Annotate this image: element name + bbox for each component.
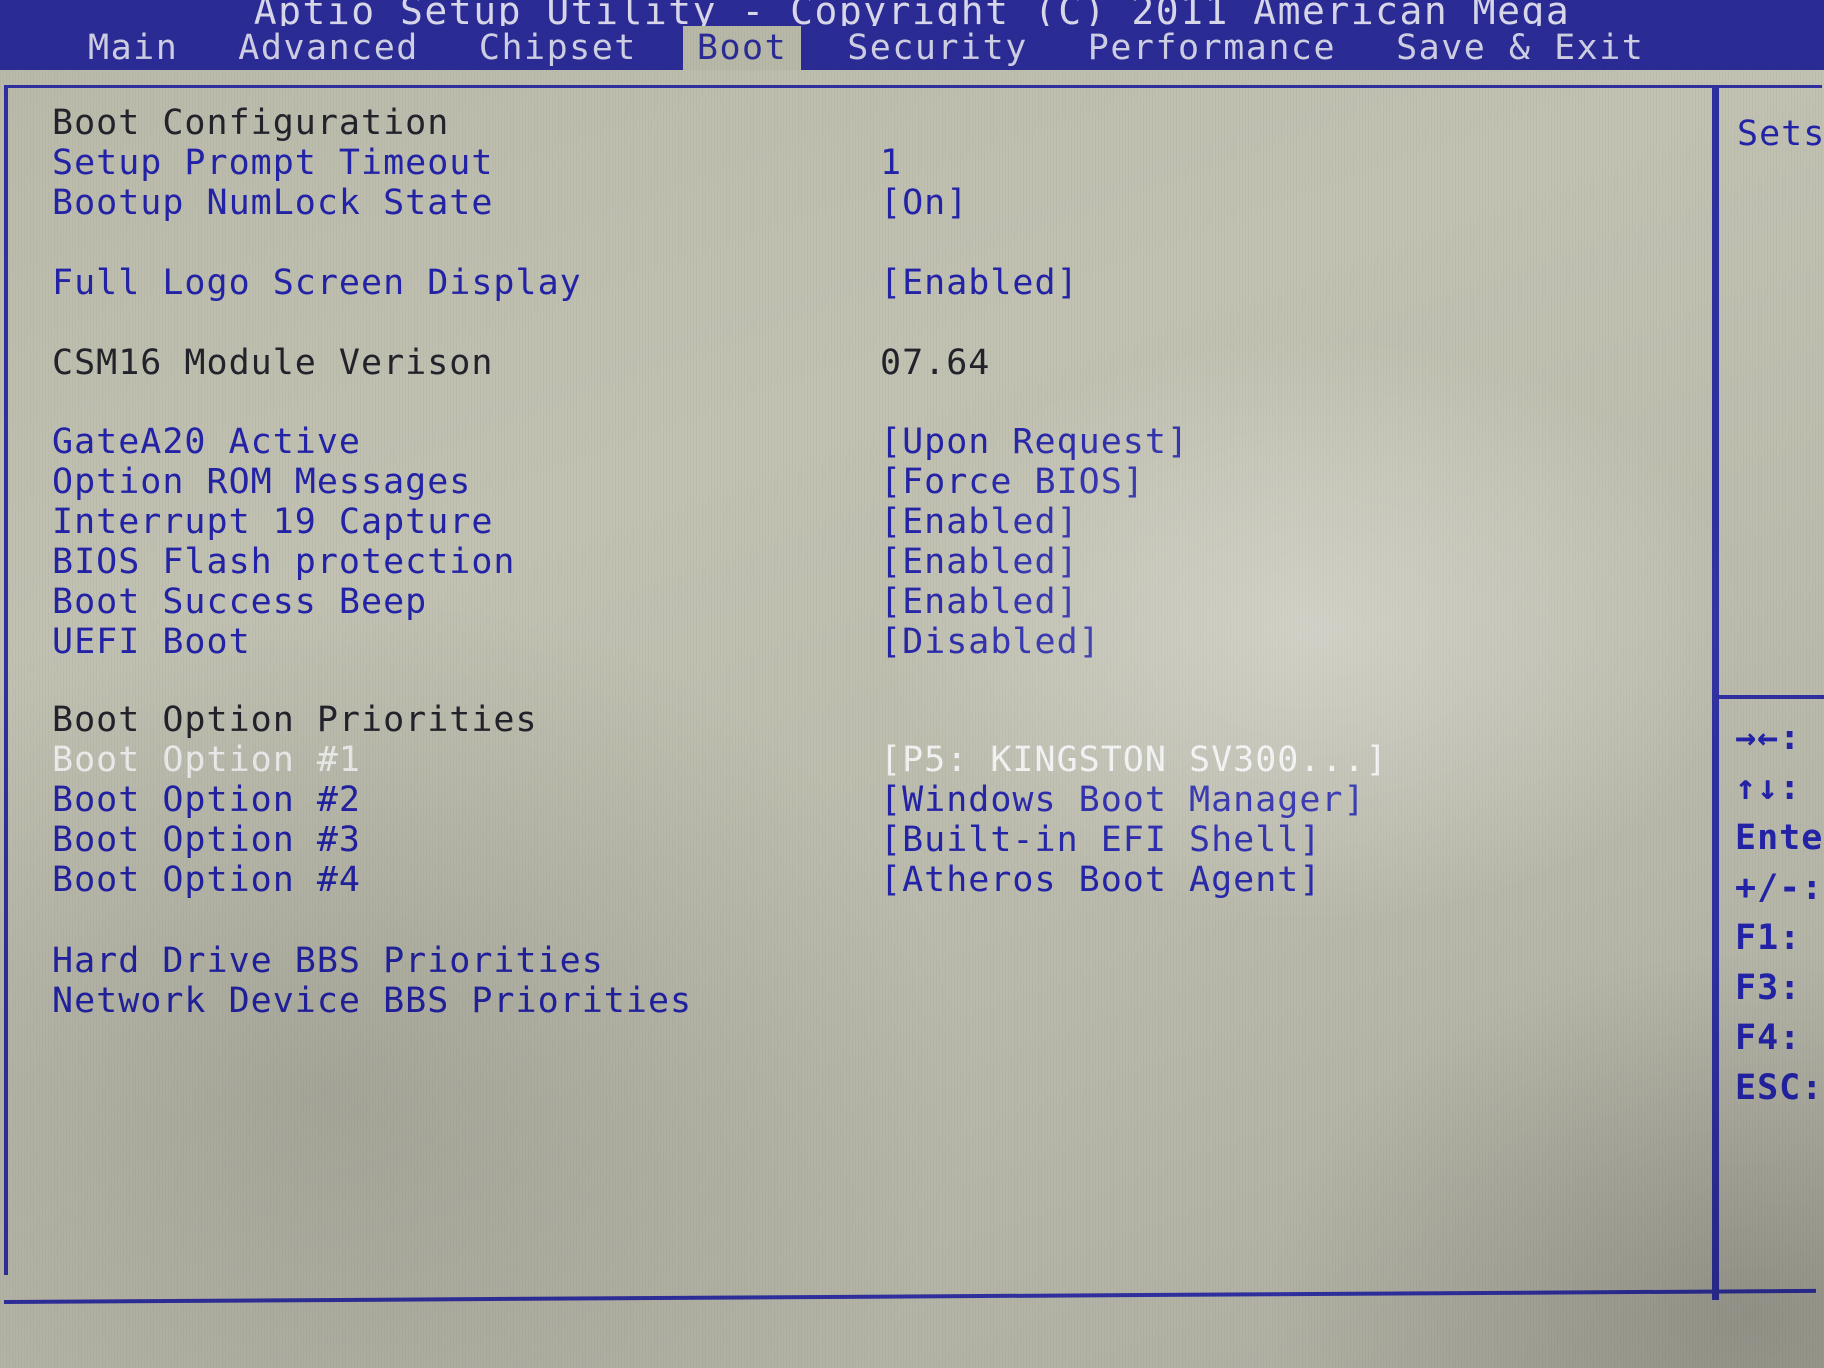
setting-row-bios-flash-protection[interactable]: BIOS Flash protection [Enabled] — [0, 542, 1712, 582]
bios-setup-screen: Aptio Setup Utility - Copyright (C) 2011… — [0, 0, 1824, 1368]
key-legend-item: +/-: — [1735, 868, 1824, 908]
setting-label: Option ROM Messages — [52, 462, 472, 502]
key-legend: →←: ↑↓: Ente +/-: F1: F3: F4: ESC: — [1735, 713, 1824, 1113]
section-header-boot-configuration: Boot Configuration — [0, 103, 1712, 143]
setting-label: Boot Success Beep — [52, 582, 428, 622]
setting-label: Boot Option #2 — [52, 780, 362, 820]
setting-value[interactable]: 07.64 — [880, 343, 990, 383]
key-legend-item: Ente — [1735, 818, 1824, 858]
setting-row-hard-drive-bbs-priorities[interactable]: Hard Drive BBS Priorities — [0, 941, 1712, 981]
setting-label: Bootup NumLock State — [52, 183, 494, 223]
setting-value[interactable]: 1 — [880, 143, 902, 183]
title-bar: Aptio Setup Utility - Copyright (C) 2011… — [0, 0, 1824, 26]
help-description: Sets — [1737, 114, 1824, 154]
section-header-boot-option-priorities: Boot Option Priorities — [0, 700, 1712, 740]
key-legend-item: →←: — [1735, 718, 1802, 758]
setting-value[interactable]: [On] — [880, 183, 968, 223]
menu-tab-save-exit[interactable]: Save & Exit — [1382, 26, 1658, 70]
key-legend-item: F3: — [1735, 968, 1802, 1008]
setting-label: Interrupt 19 Capture — [52, 502, 494, 542]
menu-tab-chipset[interactable]: Chipset — [465, 26, 651, 70]
setting-label: UEFI Boot — [52, 622, 251, 662]
setting-value[interactable]: [Force BIOS] — [880, 462, 1145, 502]
menu-tab-main[interactable]: Main — [74, 26, 192, 70]
section-header-csm16-module-verison: CSM16 Module Verison 07.64 — [0, 343, 1712, 383]
setting-value[interactable]: [Atheros Boot Agent] — [880, 860, 1321, 900]
setting-value[interactable]: [Upon Request] — [880, 422, 1189, 462]
key-legend-item: ↑↓: — [1735, 768, 1802, 808]
setting-row-boot-option-n3[interactable]: Boot Option #3 [Built-in EFI Shell] — [0, 820, 1712, 860]
setting-row-boot-option-n2[interactable]: Boot Option #2 [Windows Boot Manager] — [0, 780, 1712, 820]
menu-bar[interactable]: Main Advanced Chipset Boot Security Performan… — [0, 26, 1824, 70]
setting-row-full-logo-screen-display[interactable]: Full Logo Screen Display [Enabled] — [0, 263, 1712, 303]
setting-label: Boot Option Priorities — [52, 700, 538, 740]
setting-row-boot-option-n4[interactable]: Boot Option #4 [Atheros Boot Agent] — [0, 860, 1712, 900]
menu-tab-performance[interactable]: Performance — [1074, 26, 1350, 70]
setting-row-bootup-numlock-state[interactable]: Bootup NumLock State [On] — [0, 183, 1712, 223]
setting-row-boot-option-n1[interactable]: Boot Option #1 [P5: KINGSTON SV300...] — [0, 740, 1712, 780]
setting-row-interrupt-19-capture[interactable]: Interrupt 19 Capture [Enabled] — [0, 502, 1712, 542]
setting-value[interactable]: [Disabled] — [880, 622, 1101, 662]
setting-value[interactable]: [Enabled] — [880, 263, 1079, 303]
key-legend-item: F1: — [1735, 918, 1802, 958]
menu-tab-advanced[interactable]: Advanced — [224, 26, 433, 70]
setting-value[interactable]: [Built-in EFI Shell] — [880, 820, 1321, 860]
setting-label: Boot Option #4 — [52, 860, 362, 900]
setting-label: Boot Option #3 — [52, 820, 362, 860]
setting-row-uefi-boot[interactable]: UEFI Boot [Disabled] — [0, 622, 1712, 662]
help-divider — [1719, 695, 1824, 699]
help-pane: Sets →←: ↑↓: Ente +/-: F1: F3: F4: ESC: — [1712, 85, 1824, 1300]
setting-label: Network Device BBS Priorities — [52, 981, 693, 1021]
key-legend-item: ESC: — [1735, 1068, 1824, 1108]
setting-label: Setup Prompt Timeout — [52, 143, 494, 183]
setting-value[interactable]: [Enabled] — [880, 502, 1079, 542]
setting-label: BIOS Flash protection — [52, 542, 516, 582]
setting-label: Boot Option #1 — [52, 740, 362, 780]
setting-row-boot-success-beep[interactable]: Boot Success Beep [Enabled] — [0, 582, 1712, 622]
settings-pane: Boot Configuration Setup Prompt Timeout 1 B… — [0, 85, 1712, 1300]
setting-label: CSM16 Module Verison — [52, 343, 494, 383]
setting-row-option-rom-messages[interactable]: Option ROM Messages [Force BIOS] — [0, 462, 1712, 502]
setting-value[interactable]: [Enabled] — [880, 582, 1079, 622]
setting-label: Boot Configuration — [52, 103, 450, 143]
page-title: Aptio Setup Utility - Copyright (C) 2011… — [253, 0, 1571, 26]
setting-label: GateA20 Active — [52, 422, 362, 462]
setting-row-network-device-bbs-priorities[interactable]: Network Device BBS Priorities — [0, 981, 1712, 1021]
setting-label: Full Logo Screen Display — [52, 263, 582, 303]
setting-value[interactable]: [P5: KINGSTON SV300...] — [880, 740, 1388, 780]
setting-value[interactable]: [Windows Boot Manager] — [880, 780, 1366, 820]
menu-tab-security[interactable]: Security — [833, 26, 1042, 70]
key-legend-item: F4: — [1735, 1018, 1802, 1058]
menu-tab-boot[interactable]: Boot — [682, 26, 802, 70]
setting-row-gatea20-active[interactable]: GateA20 Active [Upon Request] — [0, 422, 1712, 462]
setting-row-setup-prompt-timeout[interactable]: Setup Prompt Timeout 1 — [0, 143, 1712, 183]
setting-value[interactable]: [Enabled] — [880, 542, 1079, 582]
setting-label: Hard Drive BBS Priorities — [52, 941, 604, 981]
